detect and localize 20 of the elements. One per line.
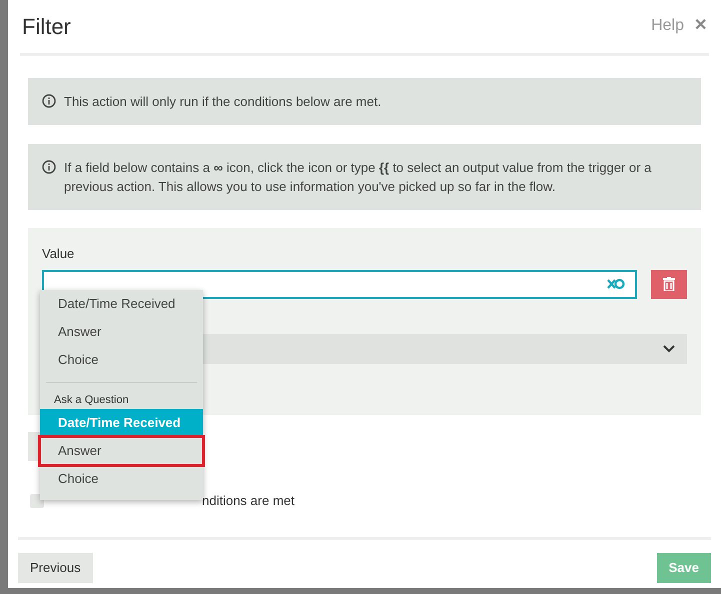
chevron-down-icon xyxy=(663,344,675,352)
notice-text: This action will only run if the conditions below are met. xyxy=(64,93,382,111)
menu-item[interactable]: Date/Time Received xyxy=(40,290,203,318)
group-header: Ask a Question xyxy=(53,393,130,408)
trash-icon xyxy=(663,277,675,291)
menu-item[interactable]: Choice xyxy=(40,346,203,374)
notice-text: If a field below contains a ∞ icon, click the icon or type {{ to select an output value from the trigger or a previous action. This allows you to use information you've picked up so far in the flow. xyxy=(64,159,652,196)
menu-item[interactable]: Answer xyxy=(40,318,203,346)
info-icon xyxy=(42,94,56,108)
info-icon xyxy=(42,160,56,174)
delete-button[interactable] xyxy=(651,270,687,298)
close-button[interactable]: ✕ xyxy=(694,14,707,38)
link-icon[interactable] xyxy=(607,278,625,290)
previous-button[interactable]: Previous xyxy=(18,552,93,582)
value-field[interactable] xyxy=(42,270,637,298)
menu-item[interactable]: Choice xyxy=(40,465,203,493)
dialog-title: Filter xyxy=(22,12,71,40)
option-label: nditions are met xyxy=(202,492,294,510)
value-label: Value xyxy=(42,245,76,263)
menu-item[interactable]: Answer xyxy=(40,437,203,465)
